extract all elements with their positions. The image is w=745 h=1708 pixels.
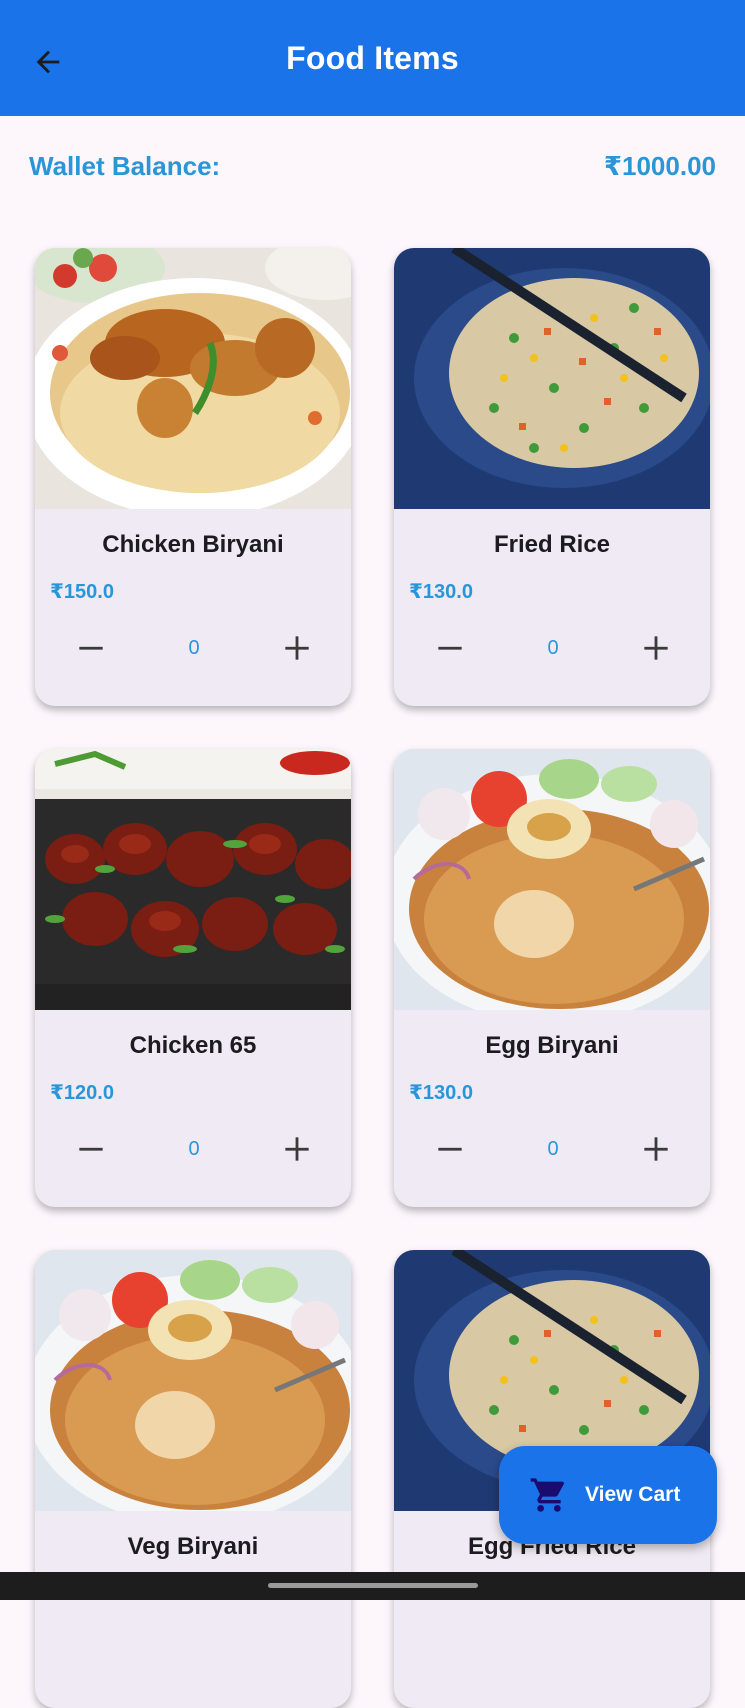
quantity-value: 0 bbox=[188, 1137, 200, 1160]
food-name: Egg Biryani bbox=[485, 1032, 619, 1059]
decrease-quantity-button[interactable] bbox=[75, 632, 107, 664]
chicken-65-image bbox=[35, 749, 351, 1010]
decrease-quantity-button[interactable] bbox=[75, 1133, 107, 1165]
plus-icon bbox=[285, 1137, 309, 1161]
page-title: Food Items bbox=[286, 39, 459, 76]
quantity-stepper: 0 bbox=[35, 628, 351, 668]
food-card: Fried Rice ₹130.0 0 bbox=[394, 248, 710, 706]
food-price: ₹120.0 bbox=[50, 1082, 114, 1104]
chicken-biryani-image bbox=[35, 248, 351, 509]
food-card: Chicken 65 ₹120.0 0 bbox=[35, 749, 351, 1207]
shopping-cart-icon bbox=[530, 1478, 565, 1512]
egg-biryani-image bbox=[394, 749, 710, 1010]
food-price: ₹130.0 bbox=[409, 581, 473, 603]
fried-rice-image bbox=[394, 248, 710, 509]
plus-icon bbox=[644, 636, 668, 660]
app-bar: Food Items bbox=[0, 0, 745, 116]
quantity-value: 0 bbox=[547, 1137, 559, 1160]
increase-quantity-button[interactable] bbox=[281, 632, 313, 664]
increase-quantity-button[interactable] bbox=[281, 1133, 313, 1165]
food-card: Veg Biryani bbox=[35, 1250, 351, 1708]
food-card: Chicken Biryani ₹150.0 0 bbox=[35, 248, 351, 706]
system-navigation-bar bbox=[0, 1572, 745, 1600]
increase-quantity-button[interactable] bbox=[640, 632, 672, 664]
quantity-stepper: 0 bbox=[394, 628, 710, 668]
decrease-quantity-button[interactable] bbox=[434, 632, 466, 664]
food-name: Chicken 65 bbox=[129, 1032, 257, 1059]
food-price: ₹130.0 bbox=[409, 1082, 473, 1104]
food-name: Veg Biryani bbox=[127, 1533, 259, 1560]
food-name: Chicken Biryani bbox=[102, 531, 284, 558]
quantity-stepper: 0 bbox=[35, 1129, 351, 1169]
minus-icon bbox=[438, 1147, 462, 1151]
veg-biryani-image bbox=[35, 1250, 351, 1511]
food-price: ₹150.0 bbox=[50, 581, 114, 603]
wallet-balance-amount: ₹1000.00 bbox=[603, 150, 716, 181]
quantity-value: 0 bbox=[188, 636, 200, 659]
food-name: Fried Rice bbox=[493, 531, 611, 558]
view-cart-button[interactable]: View Cart bbox=[499, 1446, 717, 1544]
increase-quantity-button[interactable] bbox=[640, 1133, 672, 1165]
minus-icon bbox=[79, 1147, 103, 1151]
minus-icon bbox=[79, 646, 103, 650]
food-card: Egg Biryani ₹130.0 0 bbox=[394, 749, 710, 1207]
decrease-quantity-button[interactable] bbox=[434, 1133, 466, 1165]
plus-icon bbox=[285, 636, 309, 660]
plus-icon bbox=[644, 1137, 668, 1161]
home-gesture-handle[interactable] bbox=[268, 1583, 478, 1588]
back-button[interactable] bbox=[22, 36, 74, 88]
quantity-value: 0 bbox=[547, 636, 559, 659]
quantity-stepper: 0 bbox=[394, 1129, 710, 1169]
view-cart-label: View Cart bbox=[585, 1483, 681, 1506]
minus-icon bbox=[438, 646, 462, 650]
arrow-back-icon bbox=[36, 50, 60, 74]
wallet-balance-label: Wallet Balance: bbox=[29, 150, 221, 181]
wallet-balance-row: Wallet Balance: ₹1000.00 bbox=[29, 146, 716, 186]
